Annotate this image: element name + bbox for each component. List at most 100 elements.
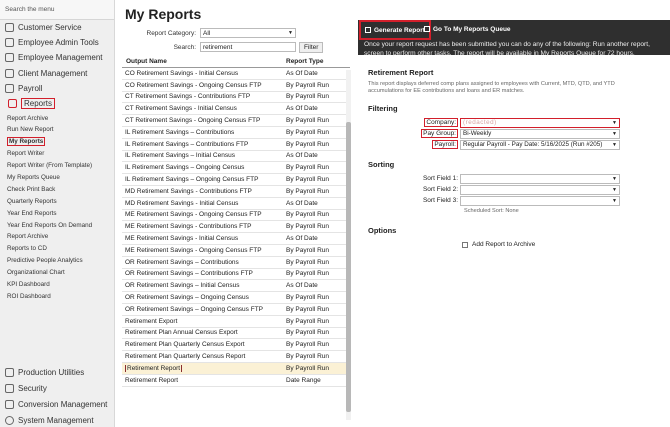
paygroup-select[interactable]: Bi-Weekly ▼	[460, 128, 620, 139]
category-label: Report Category:	[146, 29, 197, 37]
submenu-item[interactable]: Report Writer (From Template)	[0, 160, 114, 172]
sort1-select[interactable]: ▼	[460, 173, 620, 184]
table-row[interactable]: Retirement Report Date Range	[122, 375, 350, 387]
table-row[interactable]: IL Retirement Savings – Initial Census As…	[122, 151, 350, 163]
output-name-cell: IL Retirement Savings – Ongoing Census	[125, 164, 245, 172]
report-type-cell: By Payroll Run	[286, 329, 329, 337]
sidebar-item-client-management[interactable]: Client Management	[0, 66, 114, 81]
table-row[interactable]: IL Retirement Savings – Contributions By …	[122, 127, 350, 139]
table-row[interactable]: ME Retirement Savings - Ongoing Census F…	[122, 245, 350, 257]
report-type-cell: By Payroll Run	[286, 341, 329, 349]
table-row[interactable]: ME Retirement Savings - Contributions FT…	[122, 221, 350, 234]
report-type-cell: Date Range	[286, 376, 321, 384]
report-list-panel: My Reports Report Category: All ▼ Search…	[116, 0, 356, 427]
table-row[interactable]: IL Retirement Savings – Ongoing Census F…	[122, 174, 350, 186]
table-row[interactable]: IL Retirement Savings – Ongoing Census By…	[122, 162, 350, 175]
table-row[interactable]: ME Retirement Savings - Initial Census As…	[122, 233, 350, 245]
paygroup-field: Pay Group: Bi-Weekly ▼	[368, 128, 670, 139]
report-type-cell: By Payroll Run	[286, 305, 329, 313]
output-name-cell: Retirement Report	[125, 376, 179, 384]
table-row[interactable]: OR Retirement Savings – Contributions FT…	[122, 269, 350, 281]
sidebar-item-label: Production Utilities	[18, 367, 85, 377]
sidebar-item-payroll[interactable]: Payroll	[0, 81, 114, 96]
submenu-item-label: Year End Reports	[7, 209, 57, 217]
reports-table: Output Name Report Type CO Retirement Sa…	[122, 56, 350, 387]
report-type-cell: By Payroll Run	[286, 187, 329, 195]
column-output-name[interactable]: Output Name	[122, 58, 286, 65]
table-row[interactable]: CO Retirement Savings - Ongoing Census F…	[122, 80, 350, 92]
submenu-item[interactable]: KPI Dashboard	[0, 279, 114, 291]
payroll-icon	[5, 83, 14, 93]
filtering-fields: Company: (redacted) ▼ Pay Group: Bi-Week…	[368, 117, 670, 150]
table-row[interactable]: OR Retirement Savings – Ongoing Census F…	[122, 304, 350, 316]
submenu-item[interactable]: Report Archive	[0, 231, 114, 243]
category-select[interactable]: All ▼	[200, 28, 296, 38]
sidebar-item-reports[interactable]: Reports	[3, 96, 114, 111]
table-row[interactable]: IL Retirement Savings – Contributions FT…	[122, 139, 350, 151]
output-name-cell: Retirement Report	[125, 364, 183, 372]
output-name-cell: Retirement Plan Quarterly Census Export	[125, 341, 245, 349]
sidebar-item-label: Employee Management	[18, 53, 103, 63]
submenu-item[interactable]: Check Print Back	[0, 183, 114, 195]
external-link-icon	[424, 26, 430, 32]
sidebar-item-label: Employee Admin Tools	[18, 38, 99, 48]
table-row[interactable]: MD Retirement Savings - Initial Census As…	[122, 198, 350, 210]
submenu-item[interactable]: Quarterly Reports	[0, 195, 114, 207]
submenu-item[interactable]: ROI Dashboard	[0, 290, 114, 302]
report-type-cell: By Payroll Run	[286, 117, 329, 125]
sidebar-item-employee-management[interactable]: Employee Management	[0, 50, 114, 65]
sidebar-item-customer-service[interactable]: Customer Service	[0, 20, 114, 35]
search-input[interactable]: retirement	[200, 42, 296, 52]
table-row[interactable]: Retirement Plan Quarterly Census Report B…	[122, 351, 350, 363]
submenu-item-label: Report Archive	[7, 114, 49, 122]
submenu-item[interactable]: Year End Reports	[0, 207, 114, 219]
table-row[interactable]: OR Retirement Savings – Contributions By …	[122, 257, 350, 269]
column-report-type[interactable]: Report Type	[286, 58, 346, 65]
submenu-item[interactable]: Run New Report	[0, 124, 114, 136]
reports-queue-button[interactable]: Go To My Reports Queue	[424, 21, 511, 37]
table-row[interactable]: Retirement Report By Payroll Run	[122, 362, 350, 375]
sidebar-item-production-utilities[interactable]: Production Utilities	[0, 364, 115, 380]
submenu-item[interactable]: Report Archive	[0, 112, 114, 124]
table-row[interactable]: ME Retirement Savings - Ongoing Census F…	[122, 210, 350, 222]
company-select[interactable]: (redacted) ▼	[460, 117, 620, 128]
table-row[interactable]: CT Retirement Savings - Ongoing Census F…	[122, 115, 350, 127]
table-row[interactable]: OR Retirement Savings – Ongoing Census By…	[122, 292, 350, 304]
submenu-item[interactable]: Predictive People Analytics	[0, 255, 114, 267]
output-name-cell: CT Retirement Savings - Ongoing Census F…	[125, 117, 261, 125]
table-body: CO Retirement Savings - Initial Census As…	[122, 68, 350, 387]
archive-checkbox[interactable]	[462, 241, 468, 248]
table-header: Output Name Report Type	[122, 56, 350, 68]
sidebar-item-system-management[interactable]: System Management	[0, 412, 115, 427]
submenu-item[interactable]: Organizational Chart	[0, 267, 114, 279]
table-row[interactable]: Retirement Plan Quarterly Census Export B…	[122, 339, 350, 352]
submenu-item[interactable]: My Reports Queue	[0, 172, 114, 184]
archive-option[interactable]: Add Report to Archive	[368, 241, 670, 248]
table-row[interactable]: Retirement Export By Payroll Run	[122, 316, 350, 328]
filter-button[interactable]: Filter	[299, 41, 324, 53]
report-icon	[8, 99, 17, 109]
table-row[interactable]: MD Retirement Savings - Contributions FT…	[122, 186, 350, 198]
submenu-item[interactable]: Reports to CD	[0, 243, 114, 255]
sidebar-item-employee-admin-tools[interactable]: Employee Admin Tools	[0, 35, 114, 50]
submenu-item[interactable]: Report Writer	[0, 148, 114, 160]
scrollbar-thumb[interactable]	[346, 122, 351, 412]
table-row[interactable]: CO Retirement Savings - Initial Census As…	[122, 68, 350, 80]
table-row[interactable]: CT Retirement Savings - Initial Census As…	[122, 103, 350, 116]
generate-report-button[interactable]: Generate Report	[359, 20, 431, 40]
menu-search-input[interactable]: Search the menu	[0, 0, 114, 20]
submenu-item-label: My Reports Queue	[7, 174, 60, 182]
submenu-item[interactable]: My Reports	[0, 136, 114, 148]
tools-icon	[5, 367, 14, 377]
table-row[interactable]: CT Retirement Savings - Contributions FT…	[122, 92, 350, 104]
sidebar-item-conversion-management[interactable]: Conversion Management	[0, 396, 115, 412]
table-row[interactable]: OR Retirement Savings – Initial Census As…	[122, 280, 350, 293]
sort2-select[interactable]: ▼	[460, 184, 620, 195]
submenu-item[interactable]: Year End Reports On Demand	[0, 219, 114, 231]
payroll-select[interactable]: Regular Payroll - Pay Date: 5/16/2025 (R…	[460, 139, 620, 150]
sort3-select[interactable]: ▼	[460, 195, 620, 206]
archive-label: Add Report to Archive	[472, 241, 536, 248]
table-row[interactable]: Retirement Plan Annual Census Export By P…	[122, 328, 350, 340]
scrollbar[interactable]	[346, 70, 351, 420]
sidebar-item-security[interactable]: Security	[0, 380, 115, 396]
